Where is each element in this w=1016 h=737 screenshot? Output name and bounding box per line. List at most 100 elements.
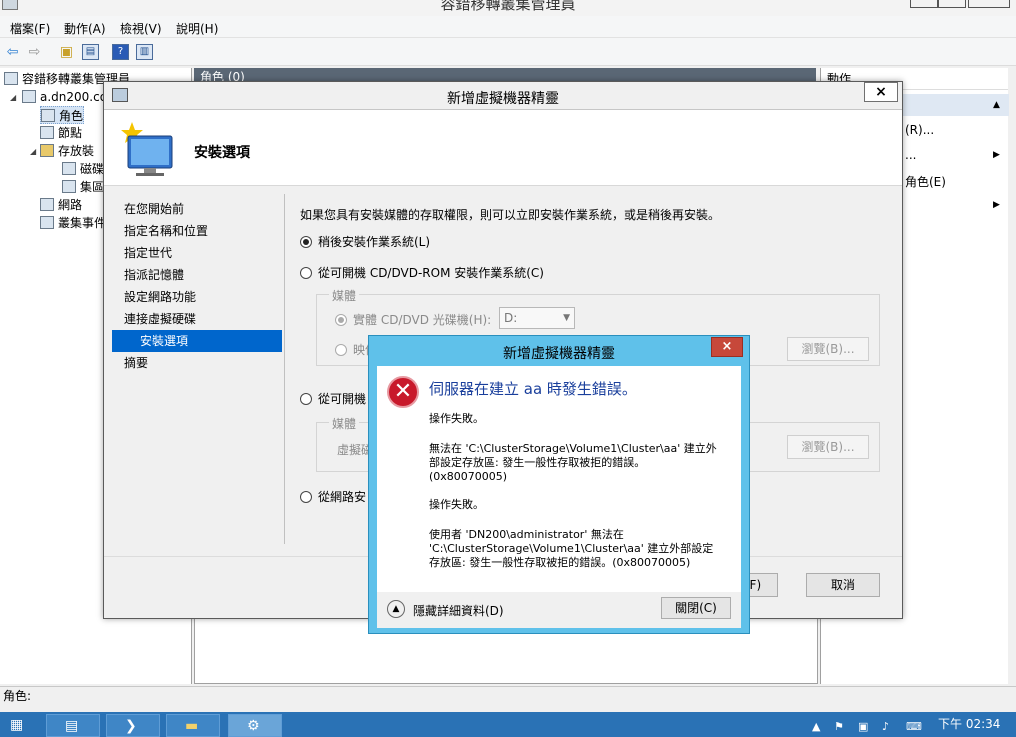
action-item-3[interactable]: 角色(E) [905, 173, 946, 190]
nav-networking[interactable]: 設定網路功能 [112, 286, 282, 308]
tray-clock[interactable]: 下午 02:34 [938, 715, 1000, 732]
error-heading: 伺服器在建立 aa 時發生錯誤。 [429, 380, 637, 398]
nodes-icon [40, 126, 54, 139]
hide-details-toggle[interactable]: 隱藏詳細資料(D) [413, 602, 504, 619]
taskbar-cluster-manager[interactable]: ⚙ [228, 714, 282, 737]
main-title-bar: 容錯移轉叢集管理員 [0, 0, 1016, 16]
browse-image-button[interactable]: 瀏覽(B)... [787, 337, 869, 361]
tree-item-pools[interactable]: 集區 [62, 178, 104, 196]
start-button[interactable]: ▦ [0, 714, 40, 737]
disk-icon [62, 162, 76, 175]
events-icon [40, 216, 54, 229]
error-block-2: 無法在 'C:\ClusterStorage\Volume1\Cluster\a… [429, 442, 717, 483]
server-manager-icon: ▤ [65, 718, 79, 734]
nav-generation[interactable]: 指定世代 [112, 242, 282, 264]
radio-install-later[interactable] [300, 236, 312, 248]
nav-name-location[interactable]: 指定名稱和位置 [112, 220, 282, 242]
tray-volume-icon[interactable]: ♪ [882, 720, 896, 734]
maximize-button[interactable] [938, 0, 966, 8]
tray-network-icon[interactable]: ▣ [858, 720, 872, 734]
tree-item-storage[interactable]: 存放裝 [40, 142, 94, 160]
wizard-title-bar: 新增虛擬機器精靈 × [104, 82, 902, 110]
radio-physical-drive[interactable] [335, 314, 347, 326]
error-dialog-footer: ▲ 隱藏詳細資料(D) 關閉(C) [377, 592, 741, 628]
option-physical-drive[interactable]: 實體 CD/DVD 光碟機(H): [335, 311, 491, 328]
close-window-button[interactable] [968, 0, 1010, 8]
tree-item-nodes[interactable]: 節點 [40, 124, 82, 142]
back-arrow-icon[interactable]: ⇦ [4, 44, 21, 60]
error-dialog: 新增虛擬機器精靈 × ✕ 伺服器在建立 aa 時發生錯誤。 操作失敗。 無法在 … [368, 335, 750, 634]
taskbar-explorer[interactable]: ▬ [166, 714, 220, 737]
error-block-3: 操作失敗。 [429, 498, 484, 511]
submenu-arrow-icon[interactable]: ▶ [993, 150, 1000, 160]
tree-item-cluster-events[interactable]: 叢集事件 [40, 214, 106, 232]
error-dialog-close-button[interactable]: × [711, 337, 743, 357]
collapse-icon[interactable]: ◢ [30, 147, 36, 156]
nav-divider [284, 194, 285, 544]
forward-arrow-icon[interactable]: ⇨ [26, 44, 43, 60]
intro-text: 如果您具有安裝媒體的存取權限，則可以立即安裝作業系統，或是稍後再安裝。 [300, 208, 721, 222]
nav-virtual-disk[interactable]: 連接虛擬硬碟 [112, 308, 282, 330]
nav-memory[interactable]: 指派記憶體 [112, 264, 282, 286]
menu-bar: 檔案(F) 動作(A) 檢視(V) 說明(H) [0, 16, 1016, 38]
app-title: 容錯移轉叢集管理員 [440, 0, 576, 13]
folder-icon: ▬ [185, 718, 199, 734]
error-dialog-title-bar: 新增虛擬機器精靈 × [369, 336, 749, 364]
submenu-arrow-icon[interactable]: ▶ [993, 200, 1000, 210]
wizard-close-button[interactable]: × [864, 82, 898, 102]
show-action-pane-icon[interactable]: ▥ [136, 44, 153, 60]
nav-installation-options[interactable]: 安裝選項 [112, 330, 282, 352]
error-block-1: 操作失敗。 [429, 412, 484, 425]
error-dialog-title: 新增虛擬機器精靈 [503, 346, 615, 362]
menu-help[interactable]: 說明(H) [176, 20, 218, 37]
tray-keyboard-icon[interactable]: ⌨ [906, 720, 922, 734]
menu-action[interactable]: 動作(A) [64, 20, 106, 37]
chevron-up-icon[interactable]: ▲ [387, 600, 405, 618]
radio-install-network[interactable] [300, 491, 312, 503]
tree-item-disks[interactable]: 磁碟 [62, 160, 104, 178]
option-install-dvd[interactable]: 從可開機 CD/DVD-ROM 安裝作業系統(C) [300, 264, 544, 281]
windows-logo-icon: ▦ [10, 717, 24, 733]
tray-expand-icon[interactable]: ▲ [812, 720, 826, 734]
radio-image-file[interactable] [335, 344, 347, 356]
error-icon: ✕ [387, 376, 419, 408]
drive-select[interactable]: D: ▼ [499, 307, 575, 329]
monitor-install-icon [121, 122, 173, 176]
wizard-nav: 在您開始前 指定名稱和位置 指定世代 指派記憶體 設定網路功能 連接虛擬硬碟 安… [112, 198, 282, 374]
taskbar-server-manager[interactable]: ▤ [46, 714, 100, 737]
minimize-button[interactable] [910, 0, 938, 8]
nav-before-you-begin[interactable]: 在您開始前 [112, 198, 282, 220]
cluster-icon [22, 90, 36, 103]
help-icon[interactable]: ? [112, 44, 129, 60]
collapse-up-icon[interactable]: ▲ [993, 100, 1000, 110]
tree-item-networks[interactable]: 網路 [40, 196, 82, 214]
cluster-manager-icon: ⚙ [247, 718, 260, 734]
collapse-icon[interactable]: ◢ [10, 93, 16, 102]
action-item-2[interactable]: ... [905, 148, 916, 162]
radio-install-floppy[interactable] [300, 393, 312, 405]
nav-summary[interactable]: 摘要 [112, 352, 282, 374]
option-install-later[interactable]: 稍後安裝作業系統(L) [300, 233, 430, 250]
menu-view[interactable]: 檢視(V) [120, 20, 162, 37]
tray-flag-icon[interactable]: ⚑ [834, 720, 848, 734]
cancel-button[interactable]: 取消 [806, 573, 880, 597]
powershell-icon: ❯ [125, 718, 137, 734]
storage-folder-icon [40, 144, 54, 157]
browse-floppy-button[interactable]: 瀏覽(B)... [787, 435, 869, 459]
pool-icon [62, 180, 76, 193]
error-block-4: 使用者 'DN200\administrator' 無法在 'C:\Cluste… [429, 528, 714, 569]
action-item-1[interactable]: (R)... [905, 123, 934, 137]
option-install-network[interactable]: 從網路安 [300, 488, 366, 505]
taskbar-powershell[interactable]: ❯ [106, 714, 160, 737]
menu-file[interactable]: 檔案(F) [10, 20, 50, 37]
chevron-down-icon: ▼ [563, 313, 570, 323]
show-hide-tree-icon[interactable]: ▤ [82, 44, 99, 60]
tree-cluster[interactable]: a.dn200.co [22, 88, 107, 106]
tree-item-roles[interactable]: 角色 [40, 106, 85, 124]
option-install-floppy[interactable]: 從可開機 [300, 390, 366, 407]
error-message-panel: ✕ 伺服器在建立 aa 時發生錯誤。 操作失敗。 無法在 'C:\Cluster… [377, 366, 741, 592]
radio-install-dvd[interactable] [300, 267, 312, 279]
error-close-button[interactable]: 關閉(C) [661, 597, 731, 619]
wizard-header: 安裝選項 [104, 110, 902, 186]
folder-up-icon[interactable]: ▣ [58, 44, 75, 60]
